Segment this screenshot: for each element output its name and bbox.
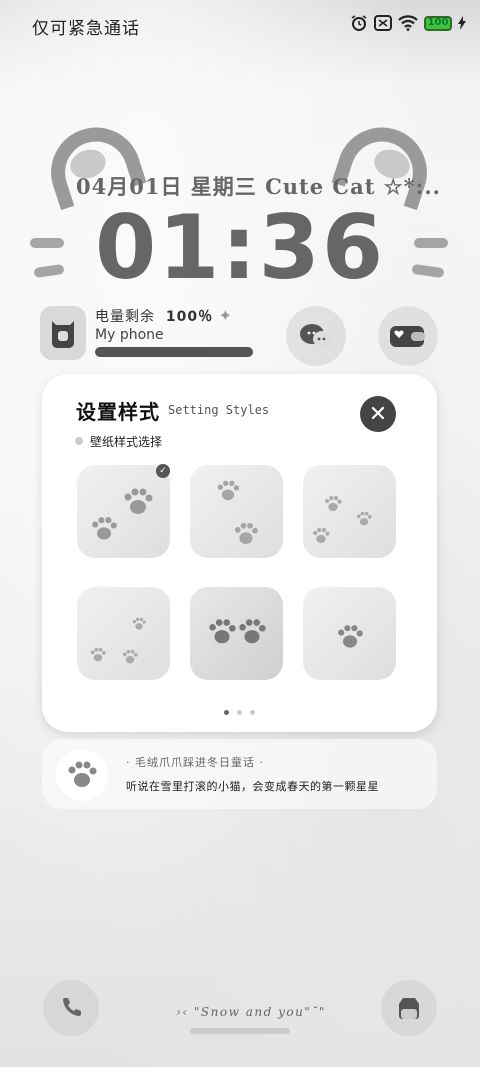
- device-name: My phone: [95, 327, 164, 343]
- whisker-right-1: [414, 238, 448, 248]
- battery-indicator: 100: [424, 15, 452, 31]
- wallpaper-option-4[interactable]: [77, 587, 170, 680]
- selected-check-icon: ✓: [156, 464, 170, 478]
- paw-print-icon: [356, 511, 372, 526]
- wallpaper-style-section-label: 壁纸样式选择: [90, 435, 163, 449]
- settings-card-title: 设置样式: [76, 400, 160, 424]
- paw-icon: [56, 749, 108, 801]
- quote-widget: · 毛绒爪爪踩进冬日童话 · 听说在雪里打滚的小猫，会变成春天的第一颗星星: [42, 739, 437, 809]
- wallpaper-option-3[interactable]: [303, 465, 396, 558]
- page-indicator-dot-active: [224, 710, 229, 715]
- wallpaper-option-6[interactable]: [303, 587, 396, 680]
- wallpaper-option-1[interactable]: [77, 465, 170, 558]
- whisker-left-2: [33, 263, 65, 279]
- paw-print-icon: [234, 522, 258, 544]
- settings-card-subtitle: Setting Styles: [168, 403, 270, 417]
- paw-print-icon: [122, 649, 138, 664]
- settings-card: 设置样式 Setting Styles ✕ 壁纸样式选择 ✓: [42, 374, 437, 732]
- paw-print-icon: [217, 480, 240, 501]
- clock-time: 01:36: [94, 196, 386, 299]
- status-bar: 仅可紧急通话 100: [0, 0, 480, 50]
- paw-print-icon: [132, 617, 146, 630]
- sparkle-icon: ✦: [218, 306, 233, 325]
- status-icons: 100: [350, 14, 466, 32]
- cat-chat-icon: [300, 324, 331, 347]
- page-indicator-dot: [250, 710, 255, 715]
- wallpaper-option-5[interactable]: [190, 587, 283, 680]
- heart-wallet-icon: [390, 326, 425, 347]
- chat-cat-widget-button[interactable]: [286, 306, 346, 366]
- emergency-calls-only-text: 仅可紧急通话: [32, 19, 140, 39]
- alarm-icon: [351, 15, 367, 31]
- battery-remaining-label: 电量剩余 100％ ✦: [95, 306, 233, 326]
- wallet-widget-button[interactable]: [378, 306, 438, 366]
- wallpaper-option-2[interactable]: [190, 465, 283, 558]
- cat-camera-icon: [399, 998, 419, 1019]
- paw-print-icon: [90, 647, 106, 662]
- whisker-right-2: [411, 263, 445, 279]
- charging-icon: [458, 16, 466, 30]
- section-bullet: [75, 437, 83, 445]
- paw-print-icon: [92, 517, 117, 540]
- whisker-left-1: [30, 238, 64, 248]
- quote-title: · 毛绒爪爪踩进冬日童话 ·: [126, 756, 264, 769]
- quote-text: 听说在雪里打滚的小猫，会变成春天的第一颗星星: [126, 780, 379, 793]
- battery-level-text: 100: [427, 17, 449, 28]
- paw-print-icon: [313, 528, 330, 544]
- page-indicator-dot: [237, 710, 242, 715]
- battery-remaining-text: 电量剩余: [95, 309, 155, 325]
- paw-print-icon: [124, 488, 153, 514]
- paw-print-icon: [209, 619, 236, 644]
- paw-print-icon: [325, 496, 342, 512]
- cat-battery-icon: [40, 306, 86, 360]
- battery-percent: 100％: [165, 309, 214, 325]
- wifi-icon: [398, 15, 418, 31]
- phone-shortcut-button[interactable]: [43, 980, 99, 1036]
- close-button[interactable]: ✕: [360, 396, 396, 432]
- home-indicator[interactable]: [190, 1028, 290, 1034]
- paw-print-icon: [239, 619, 266, 644]
- camera-shortcut-button[interactable]: [381, 980, 437, 1036]
- sim-off-icon: [374, 15, 392, 31]
- paw-print-icon: [338, 625, 363, 648]
- snow-caption: ›‹ "Snow and you"˘": [176, 1005, 326, 1019]
- phone-icon: [63, 998, 81, 1016]
- close-icon: ✕: [368, 401, 388, 427]
- battery-level-bar: [95, 347, 253, 357]
